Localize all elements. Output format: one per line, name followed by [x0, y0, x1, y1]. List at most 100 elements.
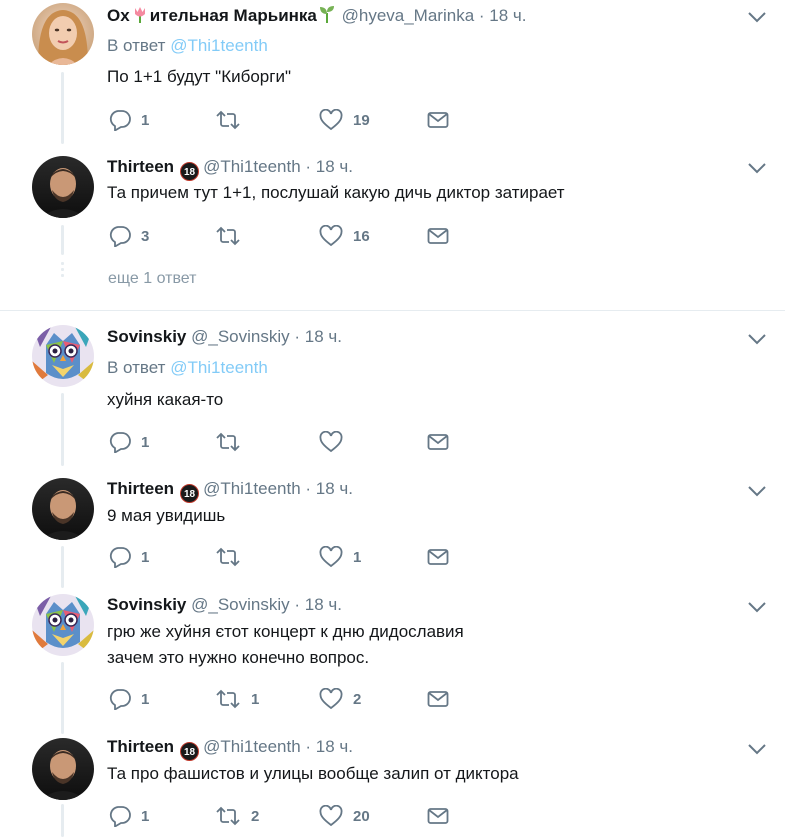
heart-icon	[319, 805, 343, 827]
reply-button[interactable]: 1	[109, 430, 149, 454]
direct-message-button[interactable]	[427, 545, 449, 569]
like-button[interactable]	[319, 430, 353, 454]
reply-icon	[109, 432, 131, 453]
envelope-icon	[427, 112, 449, 128]
reply-to-handle[interactable]: @Thi1teenth	[170, 358, 268, 377]
reply-count: 1	[141, 548, 150, 566]
tweet-text: Та про фашистов и улицы вообще залип от …	[107, 761, 519, 787]
tweet-text-line: 9 мая увидишь	[107, 506, 226, 525]
user-handle[interactable]: @Thi1teenth	[203, 479, 301, 498]
woman-avatar-icon	[32, 3, 94, 65]
avatar[interactable]	[32, 3, 94, 65]
direct-message-button[interactable]	[427, 687, 449, 711]
chevron-down-icon[interactable]	[746, 10, 768, 24]
like-button[interactable]: 2	[319, 687, 361, 711]
tweet-text: 9 мая увидишь	[107, 503, 225, 529]
timestamp[interactable]: 18 ч.	[316, 737, 353, 756]
user-handle[interactable]: @hyeva_Marinka	[342, 6, 475, 25]
owl-avatar-icon	[32, 594, 94, 656]
direct-message-button[interactable]	[427, 430, 449, 454]
man-avatar-icon	[32, 478, 94, 540]
avatar[interactable]	[32, 325, 94, 387]
envelope-icon	[427, 549, 449, 565]
user-handle[interactable]: @_Sovinskiy	[191, 327, 290, 346]
reply-count: 1	[141, 433, 150, 451]
avatar[interactable]	[32, 478, 94, 540]
reply-count: 3	[141, 227, 150, 245]
tweet-actions: 1 19	[107, 108, 467, 132]
avatar[interactable]	[32, 594, 94, 656]
reply-button[interactable]: 1	[109, 804, 149, 828]
retweet-button[interactable]	[215, 108, 251, 132]
display-name[interactable]: Ох ительная Марьинка	[107, 6, 337, 25]
seedling-icon	[317, 4, 337, 30]
like-count: 1	[353, 548, 362, 566]
display-name[interactable]: Sovinskiy	[107, 595, 186, 614]
heart-icon	[319, 546, 343, 568]
tweet-actions: 1 1 2	[107, 687, 467, 711]
retweet-button[interactable]: 2	[215, 804, 259, 828]
retweet-button[interactable]	[215, 224, 251, 248]
user-handle[interactable]: @_Sovinskiy	[191, 595, 290, 614]
tweet-text-line: По 1+1 будут "Киборги"	[107, 67, 291, 86]
chevron-down-icon[interactable]	[746, 332, 768, 346]
retweet-button[interactable]	[215, 545, 251, 569]
timestamp[interactable]: 18 ч.	[316, 157, 353, 176]
reply-icon	[109, 689, 131, 710]
separator-dot: ·	[294, 595, 301, 614]
display-name[interactable]: Thirteen	[107, 479, 174, 498]
retweet-button[interactable]: 1	[215, 687, 259, 711]
reply-button[interactable]: 1	[109, 687, 149, 711]
direct-message-button[interactable]	[427, 108, 449, 132]
tweet[interactable]: Ох ительная Марьинка @hyeva_Marinka · 18 …	[0, 0, 785, 150]
show-more-replies-link[interactable]: еще 1 ответ	[108, 270, 196, 288]
direct-message-button[interactable]	[427, 804, 449, 828]
chevron-down-icon[interactable]	[746, 484, 768, 498]
retweet-button[interactable]	[215, 430, 251, 454]
retweet-count: 1	[251, 690, 260, 708]
timestamp[interactable]: 18 ч.	[305, 327, 342, 346]
display-name[interactable]: Thirteen	[107, 157, 174, 176]
chevron-down-icon[interactable]	[746, 161, 768, 175]
tweet[interactable]: Sovinskiy @_Sovinskiy · 18 ч. грю же хуй…	[0, 588, 785, 730]
avatar[interactable]	[32, 156, 94, 218]
reply-button[interactable]: 1	[109, 108, 149, 132]
timestamp[interactable]: 18 ч.	[316, 479, 353, 498]
tweet-text: грю же хуйня єтот концерт к дню дидослав…	[107, 619, 464, 671]
tweet-text-line: Та про фашистов и улицы вообще залип от …	[107, 764, 519, 783]
direct-message-button[interactable]	[427, 224, 449, 248]
chevron-down-icon[interactable]	[746, 742, 768, 756]
reply-button[interactable]: 3	[109, 224, 149, 248]
display-name[interactable]: Sovinskiy	[107, 327, 186, 346]
tweet-text: По 1+1 будут "Киборги"	[107, 64, 291, 90]
retweet-icon	[216, 226, 240, 246]
retweet-icon	[216, 689, 240, 709]
tweet-actions: 1 2 20	[107, 804, 467, 828]
tweet[interactable]: Sovinskiy @_Sovinskiy · 18 ч. В ответ @T…	[0, 320, 785, 470]
like-count: 2	[353, 690, 362, 708]
like-button[interactable]: 20	[319, 804, 370, 828]
tweet[interactable]: Thirteen 18 @Thi1teenth · 18 ч. 9 мая увид…	[0, 472, 785, 587]
like-button[interactable]: 19	[319, 108, 370, 132]
chevron-down-icon[interactable]	[746, 600, 768, 614]
like-count: 19	[353, 111, 370, 129]
user-handle[interactable]: @Thi1teenth	[203, 737, 301, 756]
timestamp[interactable]: 18 ч.	[305, 595, 342, 614]
tweet-actions: 1 1	[107, 545, 467, 569]
tweet[interactable]: Thirteen 18 @Thi1teenth · 18 ч. Та про фаш…	[0, 730, 785, 837]
user-handle[interactable]: @Thi1teenth	[203, 157, 301, 176]
display-name[interactable]: Thirteen	[107, 737, 174, 756]
age-18-badge-icon: 18	[180, 484, 200, 503]
reply-button[interactable]: 1	[109, 545, 149, 569]
retweet-count: 2	[251, 807, 260, 825]
like-button[interactable]: 16	[319, 224, 370, 248]
reply-to-handle[interactable]: @Thi1teenth	[170, 36, 268, 55]
timestamp[interactable]: 18 ч.	[489, 6, 526, 25]
tweet-text-line: грю же хуйня єтот концерт к дню дидослав…	[107, 622, 464, 641]
like-button[interactable]: 1	[319, 545, 361, 569]
reply-icon	[109, 806, 131, 827]
envelope-icon	[427, 228, 449, 244]
retweet-icon	[216, 432, 240, 452]
avatar[interactable]	[32, 738, 94, 800]
heart-icon	[319, 688, 343, 710]
